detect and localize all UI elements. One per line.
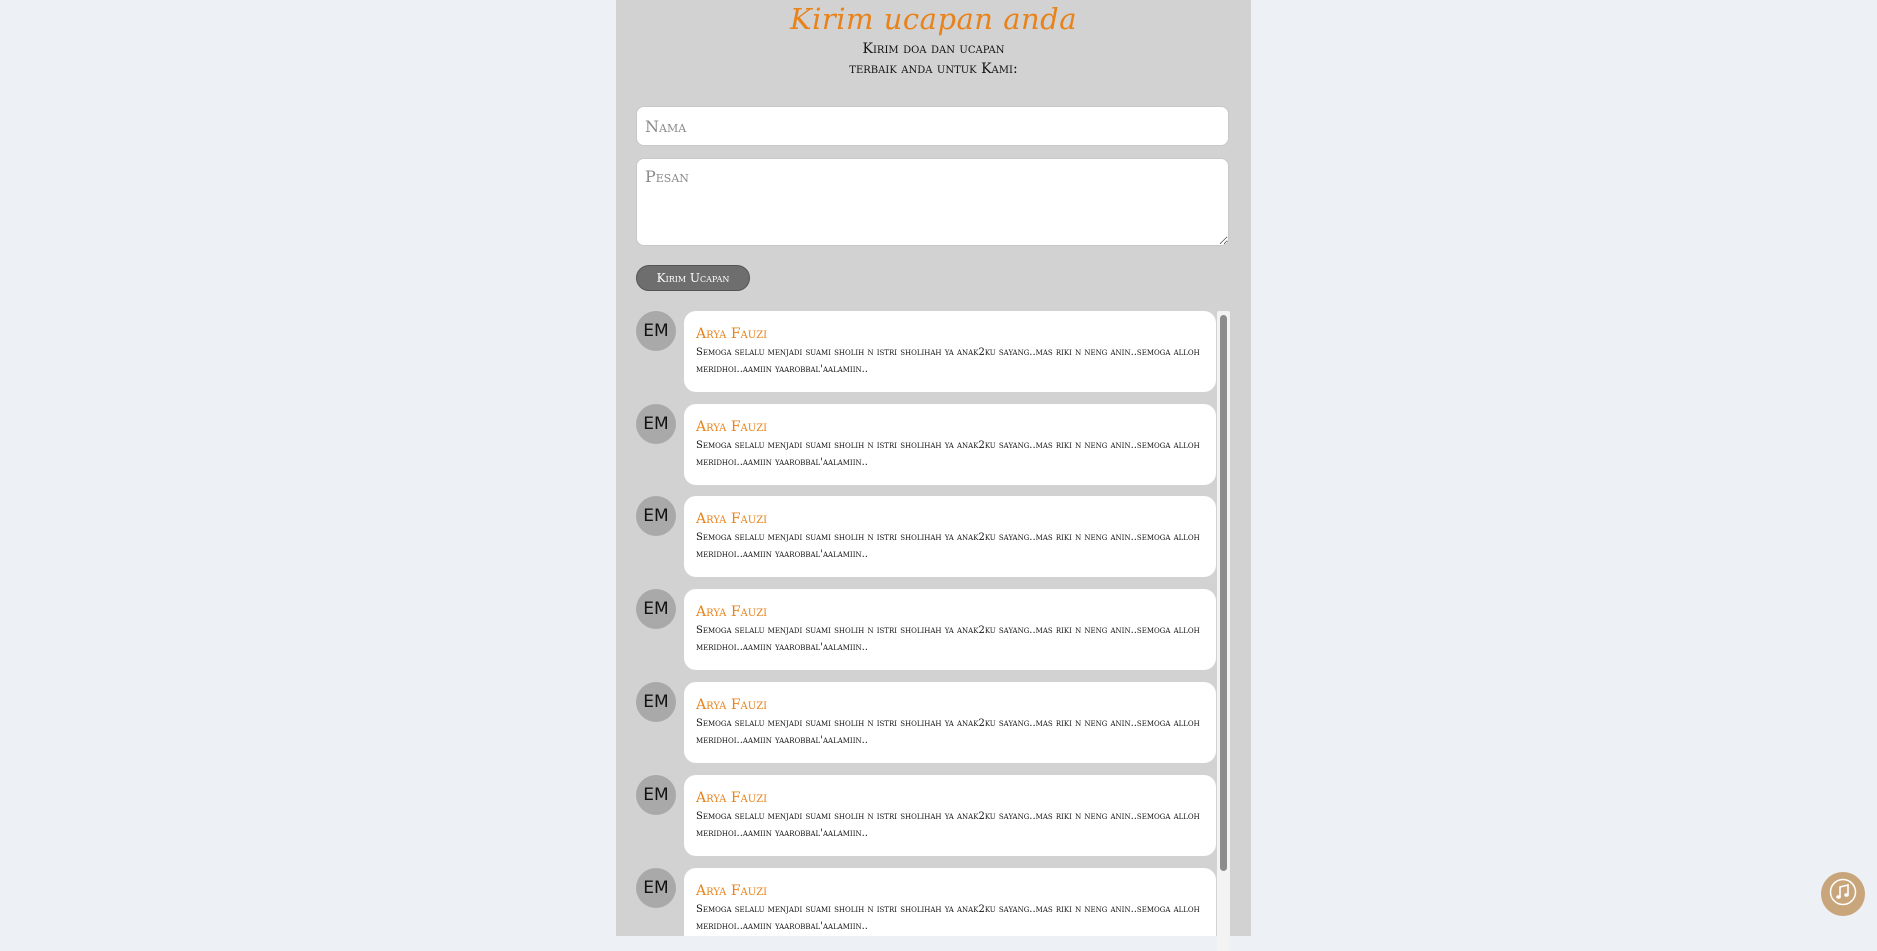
comment-text: Semoga selalu menjadi suami sholih n ist… bbox=[696, 811, 1200, 839]
comment-author: Arya Fauzi bbox=[696, 511, 768, 527]
comment-item: EM Arya Fauzi Semoga selalu menjadi suam… bbox=[636, 775, 1216, 856]
comment-text: Semoga selalu menjadi suami sholih n ist… bbox=[696, 904, 1200, 932]
subtitle-line-1: Kirim doa dan ucapan bbox=[862, 41, 1005, 57]
message-textarea[interactable] bbox=[636, 158, 1229, 246]
comment-bubble: Arya Fauzi Semoga selalu menjadi suami s… bbox=[684, 868, 1216, 936]
comment-text: Semoga selalu menjadi suami sholih n ist… bbox=[696, 347, 1200, 375]
comment-item: EM Arya Fauzi Semoga selalu menjadi suam… bbox=[636, 311, 1216, 392]
avatar: EM bbox=[636, 682, 676, 722]
comment-author: Arya Fauzi bbox=[696, 790, 768, 806]
comment-bubble: Arya Fauzi Semoga selalu menjadi suami s… bbox=[684, 496, 1216, 577]
comment-bubble: Arya Fauzi Semoga selalu menjadi suami s… bbox=[684, 775, 1216, 856]
avatar: EM bbox=[636, 311, 676, 351]
comment-item: EM Arya Fauzi Semoga selalu menjadi suam… bbox=[636, 868, 1216, 936]
comment-text: Semoga selalu menjadi suami sholih n ist… bbox=[696, 718, 1200, 746]
comment-list: EM Arya Fauzi Semoga selalu menjadi suam… bbox=[636, 311, 1229, 936]
music-toggle-button[interactable] bbox=[1821, 872, 1865, 916]
comment-author: Arya Fauzi bbox=[696, 697, 768, 713]
comment-text: Semoga selalu menjadi suami sholih n ist… bbox=[696, 440, 1200, 468]
avatar: EM bbox=[636, 589, 676, 629]
comment-bubble: Arya Fauzi Semoga selalu menjadi suami s… bbox=[684, 311, 1216, 392]
comment-item: EM Arya Fauzi Semoga selalu menjadi suam… bbox=[636, 496, 1216, 577]
comment-author: Arya Fauzi bbox=[696, 326, 768, 342]
send-wish-button[interactable]: Kirim Ucapan bbox=[636, 265, 750, 291]
music-note-icon bbox=[1828, 877, 1858, 911]
name-input[interactable] bbox=[636, 106, 1229, 146]
avatar: EM bbox=[636, 775, 676, 815]
comment-author: Arya Fauzi bbox=[696, 604, 768, 620]
comment-item: EM Arya Fauzi Semoga selalu menjadi suam… bbox=[636, 682, 1216, 763]
comment-bubble: Arya Fauzi Semoga selalu menjadi suami s… bbox=[684, 404, 1216, 485]
scrollbar-thumb[interactable] bbox=[1220, 315, 1227, 871]
comment-list-scrollbar[interactable] bbox=[1217, 311, 1230, 951]
wishes-panel: Kirim ucapan anda Kirim doa dan ucapan t… bbox=[616, 0, 1251, 936]
comment-author: Arya Fauzi bbox=[696, 419, 768, 435]
form-subtitle: Kirim doa dan ucapan terbaik anda untuk … bbox=[616, 39, 1251, 79]
comment-bubble: Arya Fauzi Semoga selalu menjadi suami s… bbox=[684, 589, 1216, 670]
avatar: EM bbox=[636, 868, 676, 908]
comment-author: Arya Fauzi bbox=[696, 883, 768, 899]
comment-item: EM Arya Fauzi Semoga selalu menjadi suam… bbox=[636, 589, 1216, 670]
avatar: EM bbox=[636, 404, 676, 444]
subtitle-line-2: terbaik anda untuk Kami: bbox=[849, 61, 1018, 77]
comment-bubble: Arya Fauzi Semoga selalu menjadi suami s… bbox=[684, 682, 1216, 763]
comment-item: EM Arya Fauzi Semoga selalu menjadi suam… bbox=[636, 404, 1216, 485]
comment-text: Semoga selalu menjadi suami sholih n ist… bbox=[696, 532, 1200, 560]
form-title: Kirim ucapan anda bbox=[789, 2, 1078, 36]
comment-text: Semoga selalu menjadi suami sholih n ist… bbox=[696, 625, 1200, 653]
avatar: EM bbox=[636, 496, 676, 536]
